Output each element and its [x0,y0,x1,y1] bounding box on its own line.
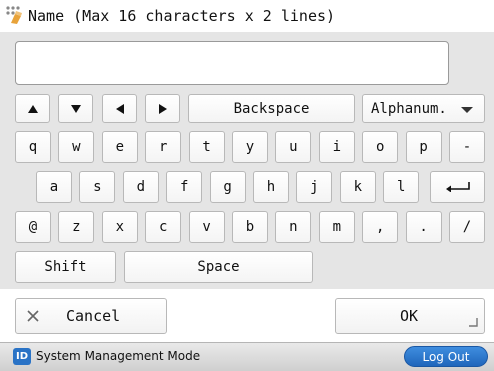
name-input-field[interactable] [15,41,449,85]
enter-icon [445,182,470,192]
key-symbol[interactable]: @ [15,211,51,243]
key-u[interactable]: u [275,131,312,163]
key-l[interactable]: l [383,171,420,203]
key-g[interactable]: g [209,171,246,203]
cancel-button[interactable]: Cancel [15,298,167,334]
shift-key[interactable]: Shift [15,251,116,283]
close-icon [27,310,39,322]
up-arrow-icon [27,104,38,113]
key-d[interactable]: d [122,171,159,203]
key-j[interactable]: j [296,171,333,203]
backspace-button[interactable]: Backspace [188,94,355,123]
key-c[interactable]: c [145,211,182,243]
key-h[interactable]: h [253,171,289,203]
key-symbol[interactable]: - [449,131,485,163]
key-f[interactable]: f [166,171,203,203]
left-arrow-icon [115,103,124,114]
key-t[interactable]: t [188,131,225,163]
key-r[interactable]: r [145,131,182,163]
key-z[interactable]: z [58,211,95,243]
key-y[interactable]: y [232,131,268,163]
space-label: Space [197,259,240,275]
key-m[interactable]: m [318,211,355,243]
logout-button[interactable]: Log Out [404,346,488,367]
right-arrow-icon [158,103,167,114]
page-title: Name (Max 16 characters x 2 lines) [28,7,336,25]
key-x[interactable]: x [101,211,138,243]
id-icon: ID [13,348,31,365]
key-symbol[interactable]: . [405,211,442,243]
key-w[interactable]: w [58,131,95,163]
key-symbol[interactable]: , [362,211,399,243]
system-mode-text: System Management Mode [36,349,201,363]
key-a[interactable]: a [36,171,72,203]
key-e[interactable]: e [101,131,138,163]
key-k[interactable]: k [339,171,376,203]
ok-label: OK [400,307,419,325]
down-arrow-icon [70,104,81,113]
enter-key[interactable] [430,171,485,203]
name-entry-icon [4,5,24,25]
key-b[interactable]: b [232,211,268,243]
cursor-left-button[interactable] [102,94,137,123]
cursor-up-button[interactable] [15,94,50,123]
key-o[interactable]: o [362,131,399,163]
shift-label: Shift [44,259,87,275]
input-mode-dropdown[interactable]: Alphanum. [362,94,485,123]
key-symbol[interactable]: / [449,211,485,243]
backspace-label: Backspace [233,100,310,117]
input-mode-selected: Alphanum. [371,100,447,117]
space-key[interactable]: Space [124,251,313,283]
key-n[interactable]: n [275,211,312,243]
key-i[interactable]: i [318,131,355,163]
cursor-right-button[interactable] [145,94,180,123]
key-v[interactable]: v [188,211,225,243]
key-s[interactable]: s [79,171,116,203]
ok-button[interactable]: OK [335,298,485,334]
corner-mark-icon [469,318,478,327]
cursor-down-button[interactable] [58,94,93,123]
key-q[interactable]: q [15,131,51,163]
key-p[interactable]: p [405,131,442,163]
chevron-down-icon [461,107,473,113]
cancel-label: Cancel [66,307,121,325]
